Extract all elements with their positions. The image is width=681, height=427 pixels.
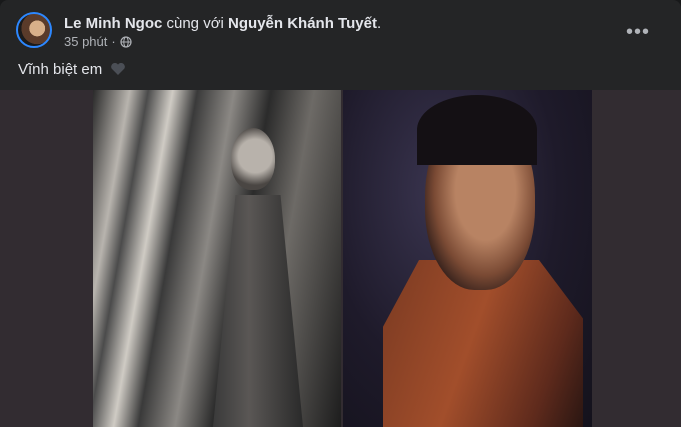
photo-1-figure (213, 195, 303, 427)
author-line: Le Minh Ngoc cùng với Nguyễn Khánh Tuyết… (64, 14, 381, 33)
post-card: Le Minh Ngoc cùng với Nguyễn Khánh Tuyết… (0, 0, 681, 427)
photo-2-hair (417, 95, 537, 165)
post-header: Le Minh Ngoc cùng với Nguyễn Khánh Tuyết… (16, 12, 656, 52)
meta-separator: · (111, 34, 116, 49)
author-name[interactable]: Le Minh Ngoc (64, 15, 162, 32)
tagged-name[interactable]: Nguyễn Khánh Tuyết (228, 15, 377, 32)
with-text: cùng với (166, 15, 224, 32)
post-text: Vĩnh biệt em (18, 60, 126, 80)
photo-1-head (231, 128, 275, 190)
post-meta: 35 phút · (64, 34, 132, 50)
photo-2[interactable] (343, 90, 592, 427)
post-time[interactable]: 35 phút (64, 34, 107, 50)
photo-grid (0, 90, 681, 427)
author-avatar[interactable] (16, 12, 52, 48)
more-options-icon[interactable]: ••• (620, 14, 656, 50)
globe-icon[interactable] (120, 36, 132, 48)
photo-1[interactable] (93, 90, 341, 427)
post-message: Vĩnh biệt em (18, 61, 103, 78)
black-heart-icon (110, 62, 126, 76)
period: . (376, 15, 382, 32)
